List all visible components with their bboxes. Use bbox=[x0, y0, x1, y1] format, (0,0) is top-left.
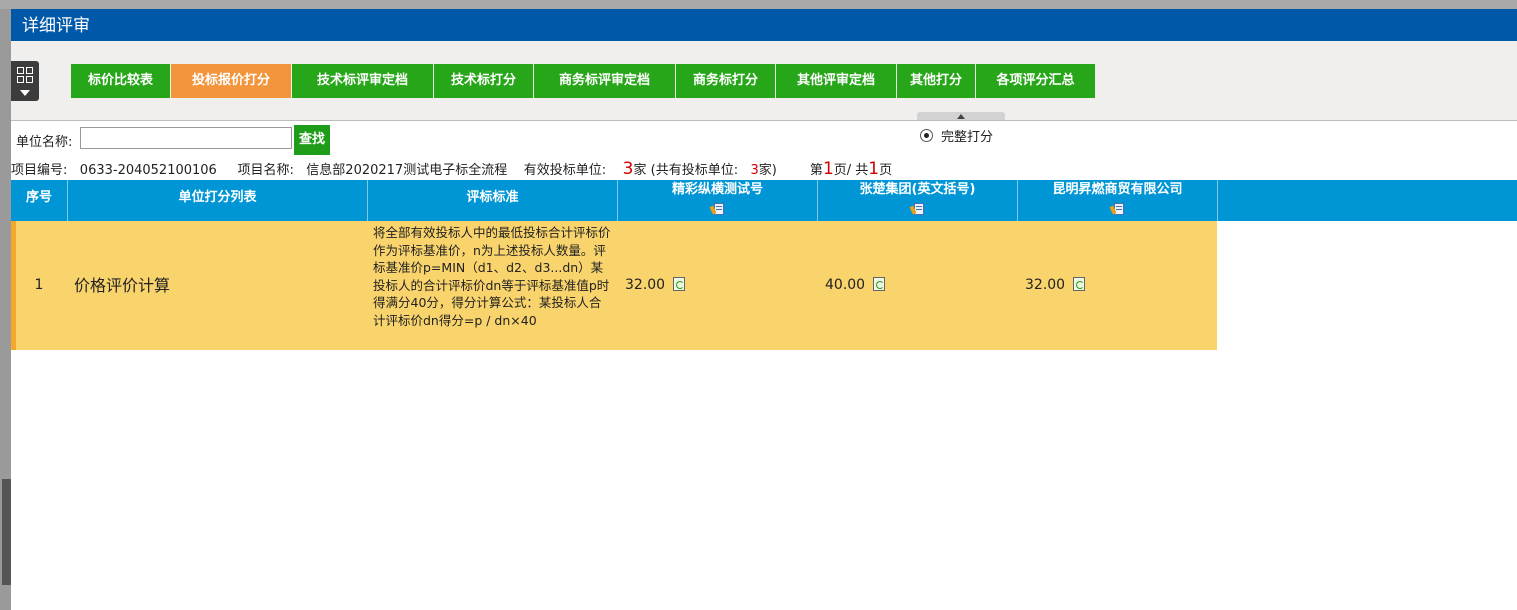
column-header-bidder-2: 张楚集团(英文括号) bbox=[818, 180, 1018, 221]
document-edit-icon[interactable] bbox=[1108, 203, 1125, 216]
valid-bidders-unit: 家 bbox=[633, 163, 647, 178]
table-header: 序号 单位打分列表 评标标准 精彩纵横测试号 张楚集团(英文括号) 昆明昇燃商贸… bbox=[11, 180, 1517, 221]
page-suffix: 页 bbox=[879, 163, 893, 178]
window-title: 详细评审 bbox=[22, 16, 90, 36]
valid-bidders-count: 3 bbox=[622, 159, 634, 179]
valid-bidders-label: 有效投标单位: bbox=[523, 163, 607, 178]
unit-name-search-input[interactable] bbox=[80, 127, 292, 149]
page-total: 1 bbox=[868, 159, 880, 179]
column-header-bidder-3: 昆明昇燃商贸有限公司 bbox=[1018, 180, 1218, 221]
tab-score-summary[interactable]: 各项评分汇总 bbox=[976, 64, 1096, 98]
left-frame-handle[interactable] bbox=[2, 479, 11, 585]
table-row[interactable]: 1 价格评价计算 将全部有效投标人中的最低投标合计评标价作为评标基准价，n为上述… bbox=[11, 221, 1217, 350]
document-edit-icon[interactable] bbox=[908, 203, 925, 216]
column-header-bidder-1: 精彩纵横测试号 bbox=[618, 180, 818, 221]
total-bidders-suffix: 家) bbox=[758, 163, 777, 178]
column-header-seq: 序号 bbox=[11, 180, 68, 221]
score-value: 40.00 bbox=[825, 277, 866, 293]
row-item-name: 价格评价计算 bbox=[74, 276, 171, 295]
tab-business-grading[interactable]: 商务标评审定档 bbox=[534, 64, 676, 98]
top-frame-strip bbox=[0, 0, 1517, 9]
window-title-bar: 详细评审 bbox=[11, 9, 1517, 41]
search-label: 单位名称: bbox=[16, 135, 73, 150]
full-scoring-label: 完整打分 bbox=[941, 130, 994, 145]
project-code-label: 项目编号: bbox=[11, 163, 68, 178]
project-code: 0633-204052100106 bbox=[79, 163, 217, 178]
tab-business-scoring[interactable]: 商务标打分 bbox=[676, 64, 776, 98]
tab-other-grading[interactable]: 其他评审定档 bbox=[776, 64, 897, 98]
review-tabs: 标价比较表 投标报价打分 技术标评审定档 技术标打分 商务标评审定档 商务标打分… bbox=[71, 64, 1096, 98]
total-bidders-count: 3 bbox=[750, 163, 759, 178]
row-criteria: 将全部有效投标人中的最低投标合计评标价作为评标基准价，n为上述投标人数量。评标基… bbox=[373, 225, 611, 328]
project-name: 信息部2020217测试电子标全流程 bbox=[306, 163, 508, 178]
full-scoring-option[interactable]: 完整打分 bbox=[920, 126, 993, 145]
tab-technical-grading[interactable]: 技术标评审定档 bbox=[292, 64, 434, 98]
page-mid: 页/ 共 bbox=[833, 163, 869, 178]
score-cell-bidder-1: 32.00 bbox=[618, 221, 818, 350]
row-seq: 1 bbox=[34, 277, 44, 293]
tab-bid-price-scoring[interactable]: 投标报价打分 bbox=[171, 64, 292, 98]
left-frame-strip bbox=[0, 9, 11, 610]
refresh-icon[interactable] bbox=[673, 277, 686, 291]
column-header-item: 单位打分列表 bbox=[68, 180, 368, 221]
score-cell-bidder-2: 40.00 bbox=[818, 221, 1018, 350]
full-scoring-radio[interactable] bbox=[920, 129, 933, 142]
score-value: 32.00 bbox=[625, 277, 666, 293]
tab-technical-scoring[interactable]: 技术标打分 bbox=[434, 64, 534, 98]
grid-menu-icon[interactable] bbox=[11, 61, 39, 101]
document-edit-icon[interactable] bbox=[708, 203, 725, 216]
refresh-icon[interactable] bbox=[1073, 277, 1086, 291]
score-value: 32.00 bbox=[1025, 277, 1066, 293]
score-cell-bidder-3: 32.00 bbox=[1018, 221, 1218, 350]
column-header-criteria: 评标标准 bbox=[368, 180, 618, 221]
toolbar: 标价比较表 投标报价打分 技术标评审定档 技术标打分 商务标评审定档 商务标打分… bbox=[11, 41, 1517, 121]
project-name-label: 项目名称: bbox=[237, 163, 294, 178]
page-prefix: 第 bbox=[809, 163, 823, 178]
tab-other-scoring[interactable]: 其他打分 bbox=[897, 64, 976, 98]
refresh-icon[interactable] bbox=[873, 277, 886, 291]
total-bidders-prefix: (共有投标单位: bbox=[650, 163, 739, 178]
tab-price-comparison[interactable]: 标价比较表 bbox=[71, 64, 171, 98]
project-info: 项目编号: 0633-204052100106 项目名称: 信息部2020217… bbox=[11, 159, 892, 179]
caret-up-icon bbox=[957, 114, 965, 119]
search-button[interactable]: 查找 bbox=[294, 125, 330, 155]
page-current: 1 bbox=[822, 159, 834, 179]
